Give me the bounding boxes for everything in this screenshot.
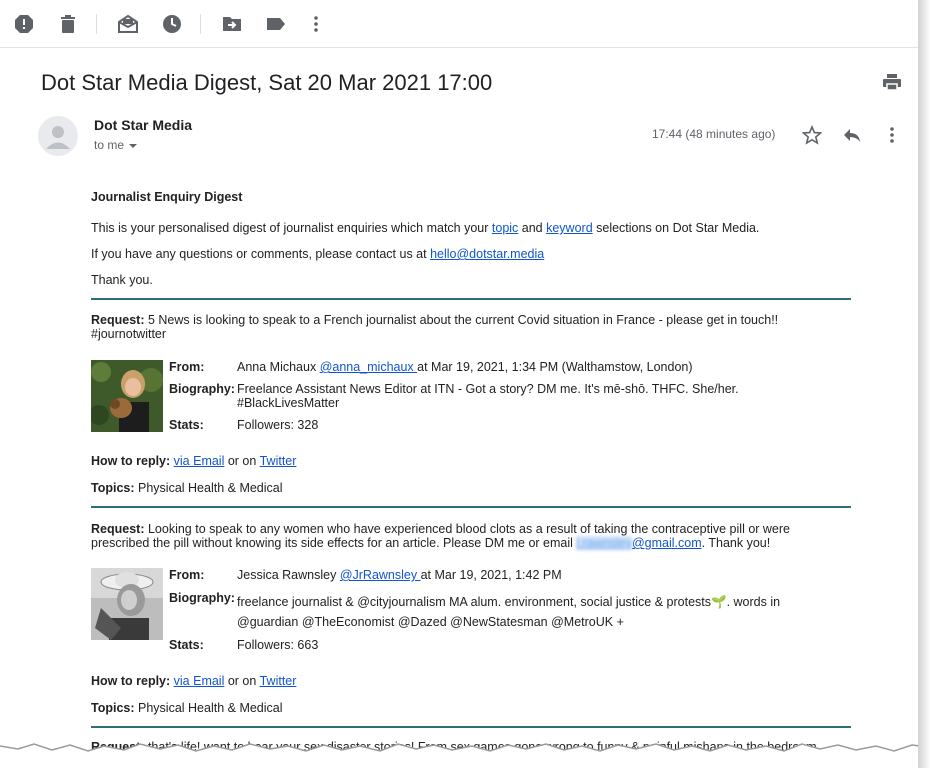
request-text: Request: Looking to speak to any women w… <box>91 522 790 550</box>
more-icon[interactable] <box>306 14 326 34</box>
thanks-text: Thank you. <box>91 273 153 287</box>
chevron-down-icon <box>129 143 138 148</box>
torn-edge <box>0 743 918 768</box>
email-timestamp: 17:44 (48 minutes ago) <box>652 127 776 141</box>
how-to-reply: How to reply: via Email or on Twitter <box>91 674 297 688</box>
reply-icon[interactable] <box>842 125 862 145</box>
from-label: From: <box>169 568 205 582</box>
star-icon[interactable] <box>801 124 823 145</box>
email-window: Dot Star Media Digest, Sat 20 Mar 2021 1… <box>0 0 918 768</box>
biography-label: Biography: <box>169 591 235 605</box>
request-email-link[interactable]: j.rawnsley@gmail.com <box>576 536 702 550</box>
topics-line: Topics: Physical Health & Medical <box>91 701 283 715</box>
snooze-icon[interactable] <box>162 14 182 34</box>
email-toolbar <box>0 0 918 48</box>
toolbar-divider <box>96 14 97 34</box>
stats-value: Followers: 663 <box>237 638 319 652</box>
intro-text: This is your personalised digest of jour… <box>91 221 760 235</box>
report-spam-icon[interactable] <box>14 14 34 34</box>
contact-text: If you have any questions or comments, p… <box>91 247 545 261</box>
delete-icon[interactable] <box>58 14 78 34</box>
stats-value: Followers: 328 <box>237 418 319 432</box>
biography-value: Freelance Assistant News Editor at ITN -… <box>237 382 739 410</box>
seedling-emoji: 🌱 <box>711 595 727 609</box>
contact-email-link[interactable]: hello@dotstar.media <box>430 247 544 261</box>
how-to-reply: How to reply: via Email or on Twitter <box>91 454 297 468</box>
more-actions-icon[interactable] <box>882 125 902 145</box>
reply-email-link[interactable]: via Email <box>174 674 225 688</box>
topic-link[interactable]: topic <box>492 221 518 235</box>
topics-line: Topics: Physical Health & Medical <box>91 481 283 495</box>
stats-label: Stats: <box>169 418 204 432</box>
from-value: Jessica Rawnsley @JrRawnsley at Mar 19, … <box>237 568 562 582</box>
print-icon[interactable] <box>882 72 902 92</box>
divider <box>91 298 851 300</box>
reply-twitter-link[interactable]: Twitter <box>260 674 297 688</box>
journalist-photo <box>91 568 163 640</box>
biography-value: freelance journalist & @cityjournalism M… <box>237 595 781 629</box>
avatar[interactable] <box>38 116 78 156</box>
divider <box>91 726 851 728</box>
from-value: Anna Michaux @anna_michaux at Mar 19, 20… <box>237 360 693 374</box>
from-label: From: <box>169 360 205 374</box>
recipient-label: to me <box>94 138 125 152</box>
digest-heading: Journalist Enquiry Digest <box>91 190 243 204</box>
reply-twitter-link[interactable]: Twitter <box>260 454 297 468</box>
email-subject: Dot Star Media Digest, Sat 20 Mar 2021 1… <box>41 70 493 95</box>
label-icon[interactable] <box>266 14 286 34</box>
request-text: Request: 5 News is looking to speak to a… <box>91 313 779 341</box>
biography-label: Biography: <box>169 382 235 396</box>
sender-name[interactable]: Dot Star Media <box>94 117 192 133</box>
twitter-handle-link[interactable]: @JrRawnsley <box>340 568 421 582</box>
mark-unread-icon[interactable] <box>118 14 138 34</box>
window-shadow <box>918 0 936 768</box>
twitter-handle-link[interactable]: @anna_michaux <box>320 360 417 374</box>
stats-label: Stats: <box>169 638 204 652</box>
recipient-details[interactable]: to me <box>94 138 138 152</box>
divider <box>91 506 851 508</box>
keyword-link[interactable]: keyword <box>546 221 593 235</box>
journalist-photo <box>91 360 163 432</box>
move-to-icon[interactable] <box>222 14 242 34</box>
reply-email-link[interactable]: via Email <box>174 454 225 468</box>
toolbar-divider <box>200 14 201 34</box>
